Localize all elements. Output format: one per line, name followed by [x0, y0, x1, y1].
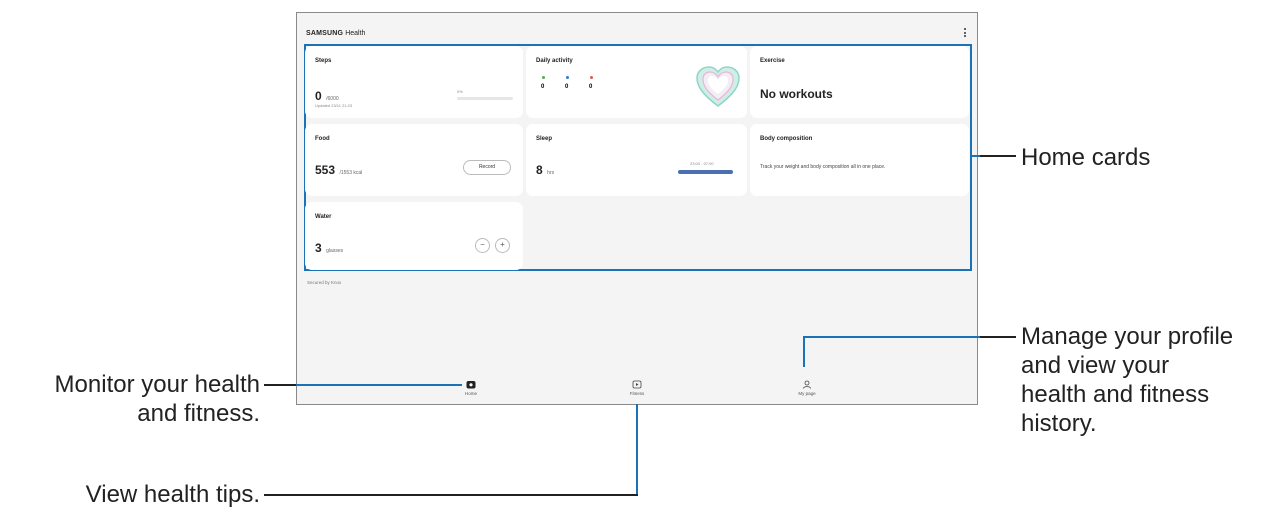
home-icon: [466, 381, 476, 389]
sleep-range: 23:00 - 07:00: [690, 161, 714, 166]
secured-by-knox: Secured by Knox: [307, 280, 342, 285]
callout-profile: Manage your profile and view your health…: [1021, 322, 1233, 438]
profile-line-vertical: [803, 337, 805, 367]
steps-updated: Updated 23/11 21:23: [315, 103, 353, 108]
tablet-screen: SAMSUNG Health Steps 0 /6000 Updated 23/1…: [296, 12, 978, 405]
sleep-bar: [678, 170, 733, 174]
brand-label: SAMSUNG: [306, 30, 344, 37]
app-title: SAMSUNG Health: [306, 30, 365, 37]
steps-progress-bar: [457, 97, 513, 100]
nav-my-page-label: My page: [798, 391, 816, 396]
steps-percent: 0%: [457, 89, 463, 94]
steps-value: 0: [315, 89, 322, 103]
tips-line-vertical: [636, 404, 638, 496]
sleep-title: Sleep: [536, 136, 553, 142]
sleep-unit: hrs: [547, 170, 555, 176]
callout-profile-line3: health and fitness: [1021, 381, 1210, 408]
monitor-line: [264, 384, 296, 386]
water-increase-button[interactable]: +: [495, 238, 510, 253]
water-decrease-button[interactable]: −: [475, 238, 490, 253]
water-unit: glasses: [326, 248, 344, 254]
activity-heart-icon: [696, 66, 740, 107]
exercise-card[interactable]: Exercise No workouts: [750, 46, 969, 118]
record-button[interactable]: Record: [463, 160, 511, 175]
more-options-icon[interactable]: [964, 28, 967, 38]
profile-line-blue: [803, 336, 980, 338]
home-cards-line-blue: [970, 155, 980, 157]
water-title: Water: [315, 214, 332, 220]
steps-card[interactable]: Steps 0 /6000 Updated 23/11 21:23 0%: [305, 46, 523, 118]
nav-home-label: Home: [464, 391, 477, 396]
callout-profile-line2: and view your: [1021, 352, 1170, 379]
daily-activity-title: Daily activity: [536, 58, 573, 64]
activity-calories-icon: [590, 76, 593, 79]
body-composition-text: Track your weight and body composition a…: [760, 164, 886, 170]
callout-home-cards: Home cards: [1021, 144, 1151, 171]
nav-my-page[interactable]: My page: [777, 380, 837, 396]
home-cards-line: [980, 155, 1016, 157]
food-title: Food: [315, 136, 330, 142]
steps-title: Steps: [315, 58, 332, 64]
exercise-title: Exercise: [760, 58, 785, 64]
callout-monitor: Monitor your health and fitness.: [55, 370, 260, 428]
sleep-value: 8: [536, 163, 543, 177]
water-value: 3: [315, 241, 322, 255]
activity-minutes-icon: [566, 76, 569, 79]
nav-home[interactable]: Home: [441, 380, 501, 396]
nav-fitness[interactable]: Fitness: [607, 380, 667, 396]
food-unit: /1553 kcal: [339, 170, 363, 176]
app-name: Health: [345, 30, 366, 37]
tips-line: [264, 494, 638, 496]
callout-monitor-line2: and fitness.: [137, 400, 260, 427]
food-card[interactable]: Food 553 /1553 kcal Record: [305, 124, 523, 196]
body-composition-card[interactable]: Body composition Track your weight and b…: [750, 124, 969, 196]
callout-profile-line4: history.: [1021, 410, 1097, 437]
fitness-icon: [632, 380, 642, 389]
water-card[interactable]: Water 3 glasses − +: [305, 202, 523, 270]
callout-profile-line1: Manage your profile: [1021, 323, 1234, 350]
profile-icon: [803, 380, 811, 389]
callout-monitor-line1: Monitor your health: [54, 371, 260, 398]
activity-steps-icon: [542, 76, 545, 79]
nav-fitness-label: Fitness: [629, 391, 645, 396]
profile-line: [980, 336, 1016, 338]
activity-stat-3: 0: [589, 84, 593, 90]
activity-stat-2: 0: [565, 84, 569, 90]
body-composition-title: Body composition: [760, 136, 813, 142]
activity-stat-1: 0: [541, 84, 545, 90]
daily-activity-card[interactable]: Daily activity 0 0 0: [526, 46, 747, 118]
monitor-line-blue: [296, 384, 462, 386]
steps-goal: /6000: [326, 96, 339, 102]
exercise-value: No workouts: [760, 87, 833, 101]
food-value: 553: [315, 163, 336, 177]
callout-tips: View health tips.: [85, 481, 260, 508]
sleep-card[interactable]: Sleep 8 hrs 23:00 - 07:00: [526, 124, 747, 196]
